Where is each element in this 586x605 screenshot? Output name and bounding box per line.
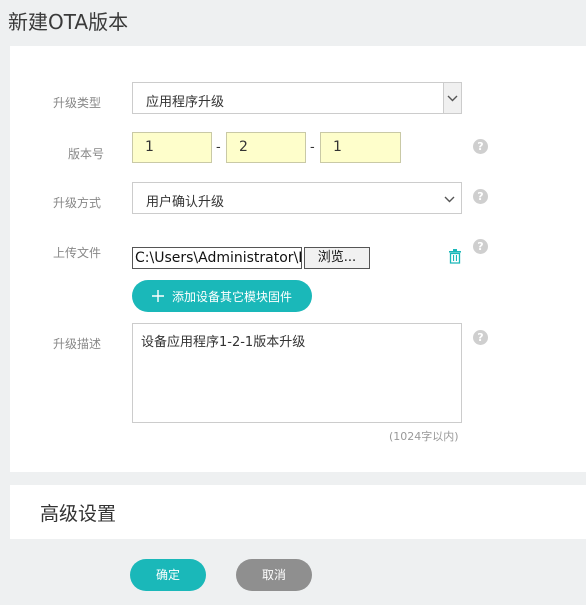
advanced-settings-title[interactable]: 高级设置	[40, 499, 116, 526]
upgrade-type-label: 升级类型	[53, 96, 102, 110]
upgrade-method-label: 升级方式	[53, 196, 102, 210]
description-label: 升级描述	[53, 337, 102, 351]
chevron-down-icon[interactable]	[444, 192, 455, 207]
version-patch-input[interactable]: 1	[320, 132, 401, 163]
browse-button[interactable]: 浏览...	[304, 247, 370, 269]
add-module-firmware-label: 添加设备其它模块固件	[171, 289, 292, 304]
add-module-firmware-button[interactable]: 添加设备其它模块固件	[132, 280, 312, 312]
advanced-settings-panel[interactable]: 高级设置	[10, 485, 586, 539]
chevron-down-icon[interactable]	[443, 83, 461, 113]
confirm-button[interactable]: 确定	[130, 559, 206, 591]
trash-icon[interactable]	[448, 249, 462, 268]
help-icon[interactable]: ?	[473, 239, 488, 254]
upgrade-method-select[interactable]: 用户确认升级	[132, 182, 462, 214]
version-label: 版本号	[68, 147, 105, 161]
version-separator: -	[310, 140, 315, 155]
version-major-input[interactable]: 1	[132, 132, 212, 163]
cancel-button[interactable]: 取消	[236, 559, 312, 591]
description-textarea[interactable]: 设备应用程序1-2-1版本升级	[132, 323, 462, 423]
version-separator: -	[216, 140, 221, 155]
help-icon[interactable]: ?	[473, 330, 488, 345]
plus-icon	[151, 290, 164, 302]
upgrade-type-select[interactable]: 应用程序升级	[132, 82, 462, 114]
upload-file-label: 上传文件	[53, 246, 102, 260]
upgrade-method-value: 用户确认升级	[146, 195, 225, 210]
help-icon[interactable]: ?	[473, 139, 488, 154]
description-limit-hint: (1024字以内)	[389, 430, 459, 443]
help-icon[interactable]: ?	[473, 189, 488, 204]
page-title: 新建OTA版本	[8, 10, 129, 34]
file-path-input[interactable]: C:\Users\Administrator\D	[132, 247, 302, 269]
upgrade-type-value: 应用程序升级	[146, 95, 225, 110]
version-minor-input[interactable]: 2	[226, 132, 306, 163]
